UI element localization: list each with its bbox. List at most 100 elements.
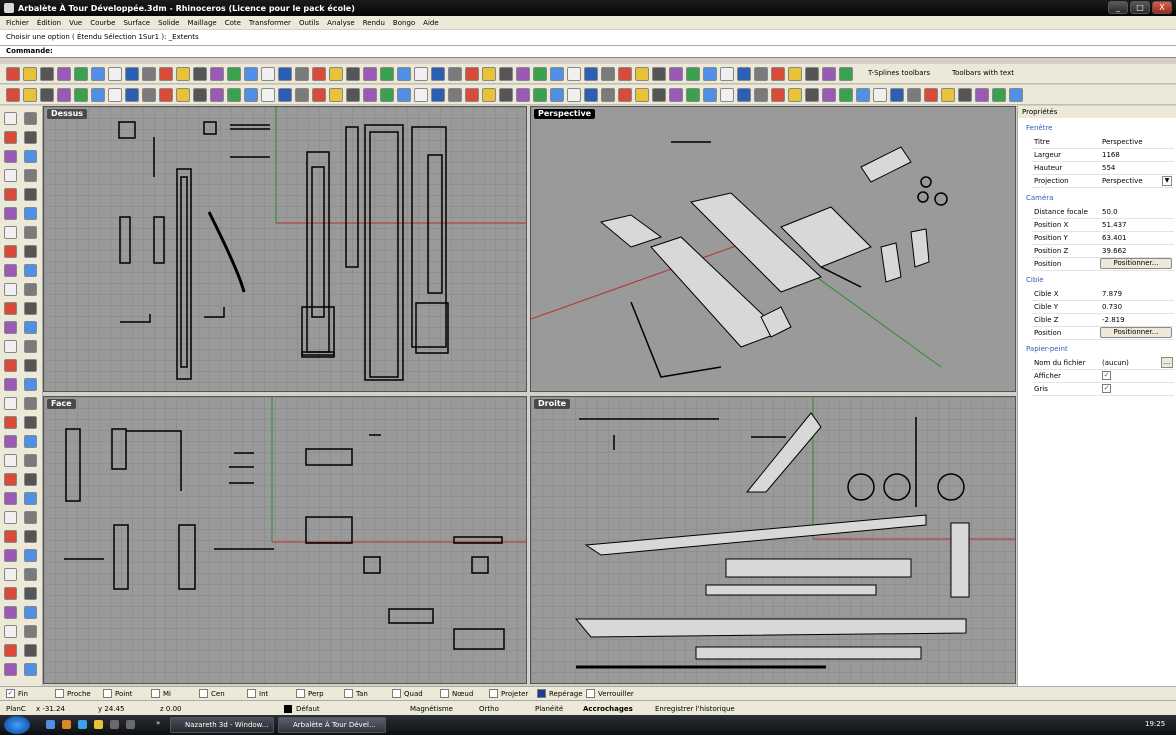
left-tool-icon[interactable]	[24, 112, 37, 125]
task-rhino[interactable]: Arbalète À Tour Dével...	[278, 717, 386, 733]
snap-mi[interactable]: Mi	[151, 689, 171, 698]
left-tool-icon[interactable]	[24, 131, 37, 144]
toolbar-tool-icon[interactable]	[805, 67, 819, 81]
left-tool-icon[interactable]	[24, 340, 37, 353]
toolbar-tool-icon[interactable]	[907, 88, 921, 102]
left-tool-icon[interactable]	[4, 492, 17, 505]
afficher-checkbox[interactable]: ✓	[1102, 371, 1111, 380]
toolbar-tool-icon[interactable]	[380, 67, 394, 81]
toolbar-tool-icon[interactable]	[754, 88, 768, 102]
toolbar-tool-icon[interactable]	[244, 67, 258, 81]
toolbar-tool-icon[interactable]	[6, 88, 20, 102]
toolbar-tool-icon[interactable]	[737, 67, 751, 81]
left-tool-icon[interactable]	[4, 245, 17, 258]
toolbar-tool-icon[interactable]	[176, 88, 190, 102]
left-tool-icon[interactable]	[4, 644, 17, 657]
toolbar-tool-icon[interactable]	[397, 88, 411, 102]
toolbars-with-text-label[interactable]: Toolbars with text	[952, 69, 1014, 77]
snap-projeter[interactable]: Projeter	[489, 689, 528, 698]
quicklaunch-icon[interactable]	[110, 720, 119, 729]
toolbar-tool-icon[interactable]	[975, 88, 989, 102]
prop-afficher[interactable]: Afficher ✓	[1032, 370, 1174, 383]
toolbar-tool-icon[interactable]	[312, 88, 326, 102]
prop-projection[interactable]: Projection Perspective ▼	[1032, 175, 1174, 188]
toolbar-tool-icon[interactable]	[873, 88, 887, 102]
left-tool-icon[interactable]	[4, 549, 17, 562]
left-tool-icon[interactable]	[24, 264, 37, 277]
accrochages-toggle[interactable]: Accrochages	[583, 705, 633, 713]
left-tool-icon[interactable]	[24, 207, 37, 220]
toolbar-tool-icon[interactable]	[125, 88, 139, 102]
toolbar-tool-icon[interactable]	[91, 88, 105, 102]
left-tool-icon[interactable]	[24, 606, 37, 619]
toolbar-tool-icon[interactable]	[550, 88, 564, 102]
menu-outils[interactable]: Outils	[295, 19, 323, 27]
left-tool-icon[interactable]	[24, 549, 37, 562]
left-tool-icon[interactable]	[24, 416, 37, 429]
toolbar-tool-icon[interactable]	[754, 67, 768, 81]
toolbar-tool-icon[interactable]	[363, 88, 377, 102]
toolbar-tool-icon[interactable]	[159, 67, 173, 81]
snap-checkbox[interactable]	[55, 689, 64, 698]
prop-cible-x[interactable]: Cible X 7.879	[1032, 288, 1174, 301]
left-tool-icon[interactable]	[24, 188, 37, 201]
toolbar-tool-icon[interactable]	[210, 88, 224, 102]
toolbar-tool-icon[interactable]	[567, 88, 581, 102]
menu-analyse[interactable]: Analyse	[323, 19, 359, 27]
toolbar-tool-icon[interactable]	[397, 67, 411, 81]
prop-nom-fichier[interactable]: Nom du fichier (aucun)...	[1032, 357, 1174, 370]
projection-select[interactable]: Perspective	[1102, 177, 1143, 185]
toolbar-tool-icon[interactable]	[669, 88, 683, 102]
prop-titre[interactable]: Titre Perspective	[1032, 136, 1174, 149]
menu-cote[interactable]: Cote	[221, 19, 245, 27]
toolbar-tool-icon[interactable]	[567, 67, 581, 81]
toolbar-tool-icon[interactable]	[635, 88, 649, 102]
menu-vue[interactable]: Vue	[65, 19, 86, 27]
current-layer[interactable]: Défaut	[296, 705, 320, 713]
toolbar-tool-icon[interactable]	[261, 88, 275, 102]
toolbar-tool-icon[interactable]	[346, 67, 360, 81]
magnetisme-toggle[interactable]: Magnétisme	[410, 705, 453, 713]
left-tool-icon[interactable]	[4, 302, 17, 315]
left-tool-icon[interactable]	[4, 511, 17, 524]
toolbar-tool-icon[interactable]	[805, 88, 819, 102]
toolbar-tool-icon[interactable]	[771, 88, 785, 102]
toolbar-tool-icon[interactable]	[142, 88, 156, 102]
toolbar-tool-icon[interactable]	[550, 67, 564, 81]
menu-rendu[interactable]: Rendu	[359, 19, 389, 27]
snap-point[interactable]: Point	[103, 689, 132, 698]
left-tool-icon[interactable]	[24, 587, 37, 600]
left-tool-icon[interactable]	[24, 359, 37, 372]
snap-checkbox[interactable]	[586, 689, 595, 698]
snap-proche[interactable]: Proche	[55, 689, 91, 698]
folder-icon[interactable]	[94, 720, 103, 729]
toolbar-tool-icon[interactable]	[958, 88, 972, 102]
toolbar-tool-icon[interactable]	[686, 67, 700, 81]
quicklaunch-icon[interactable]	[62, 720, 71, 729]
tsplines-toolbars-label[interactable]: T-Splines toolbars	[868, 69, 930, 77]
toolbar-tool-icon[interactable]	[737, 88, 751, 102]
prop-cible-z[interactable]: Cible Z -2.819	[1032, 314, 1174, 327]
viewport-title-front[interactable]: Face	[47, 399, 76, 409]
left-tool-icon[interactable]	[4, 625, 17, 638]
toolbar-tool-icon[interactable]	[6, 67, 20, 81]
quicklaunch-icon[interactable]	[126, 720, 135, 729]
snap-perp[interactable]: Perp	[296, 689, 324, 698]
toolbar-tool-icon[interactable]	[686, 88, 700, 102]
snap-quad[interactable]: Quad	[392, 689, 423, 698]
menu-aide[interactable]: Aide	[419, 19, 442, 27]
minimize-button[interactable]: _	[1108, 1, 1128, 14]
viewport-top[interactable]: Dessus	[43, 106, 527, 392]
left-tool-icon[interactable]	[4, 530, 17, 543]
left-tool-icon[interactable]	[24, 321, 37, 334]
gris-checkbox[interactable]: ✓	[1102, 384, 1111, 393]
toolbar-tool-icon[interactable]	[448, 67, 462, 81]
quicklaunch-icon[interactable]	[46, 720, 55, 729]
prop-hauteur[interactable]: Hauteur 554	[1032, 162, 1174, 175]
left-tool-icon[interactable]	[4, 226, 17, 239]
toolbar-tool-icon[interactable]	[720, 88, 734, 102]
toolbar-tool-icon[interactable]	[771, 67, 785, 81]
toolbar-tool-icon[interactable]	[465, 67, 479, 81]
toolbar-tool-icon[interactable]	[584, 88, 598, 102]
toolbar-tool-icon[interactable]	[414, 88, 428, 102]
